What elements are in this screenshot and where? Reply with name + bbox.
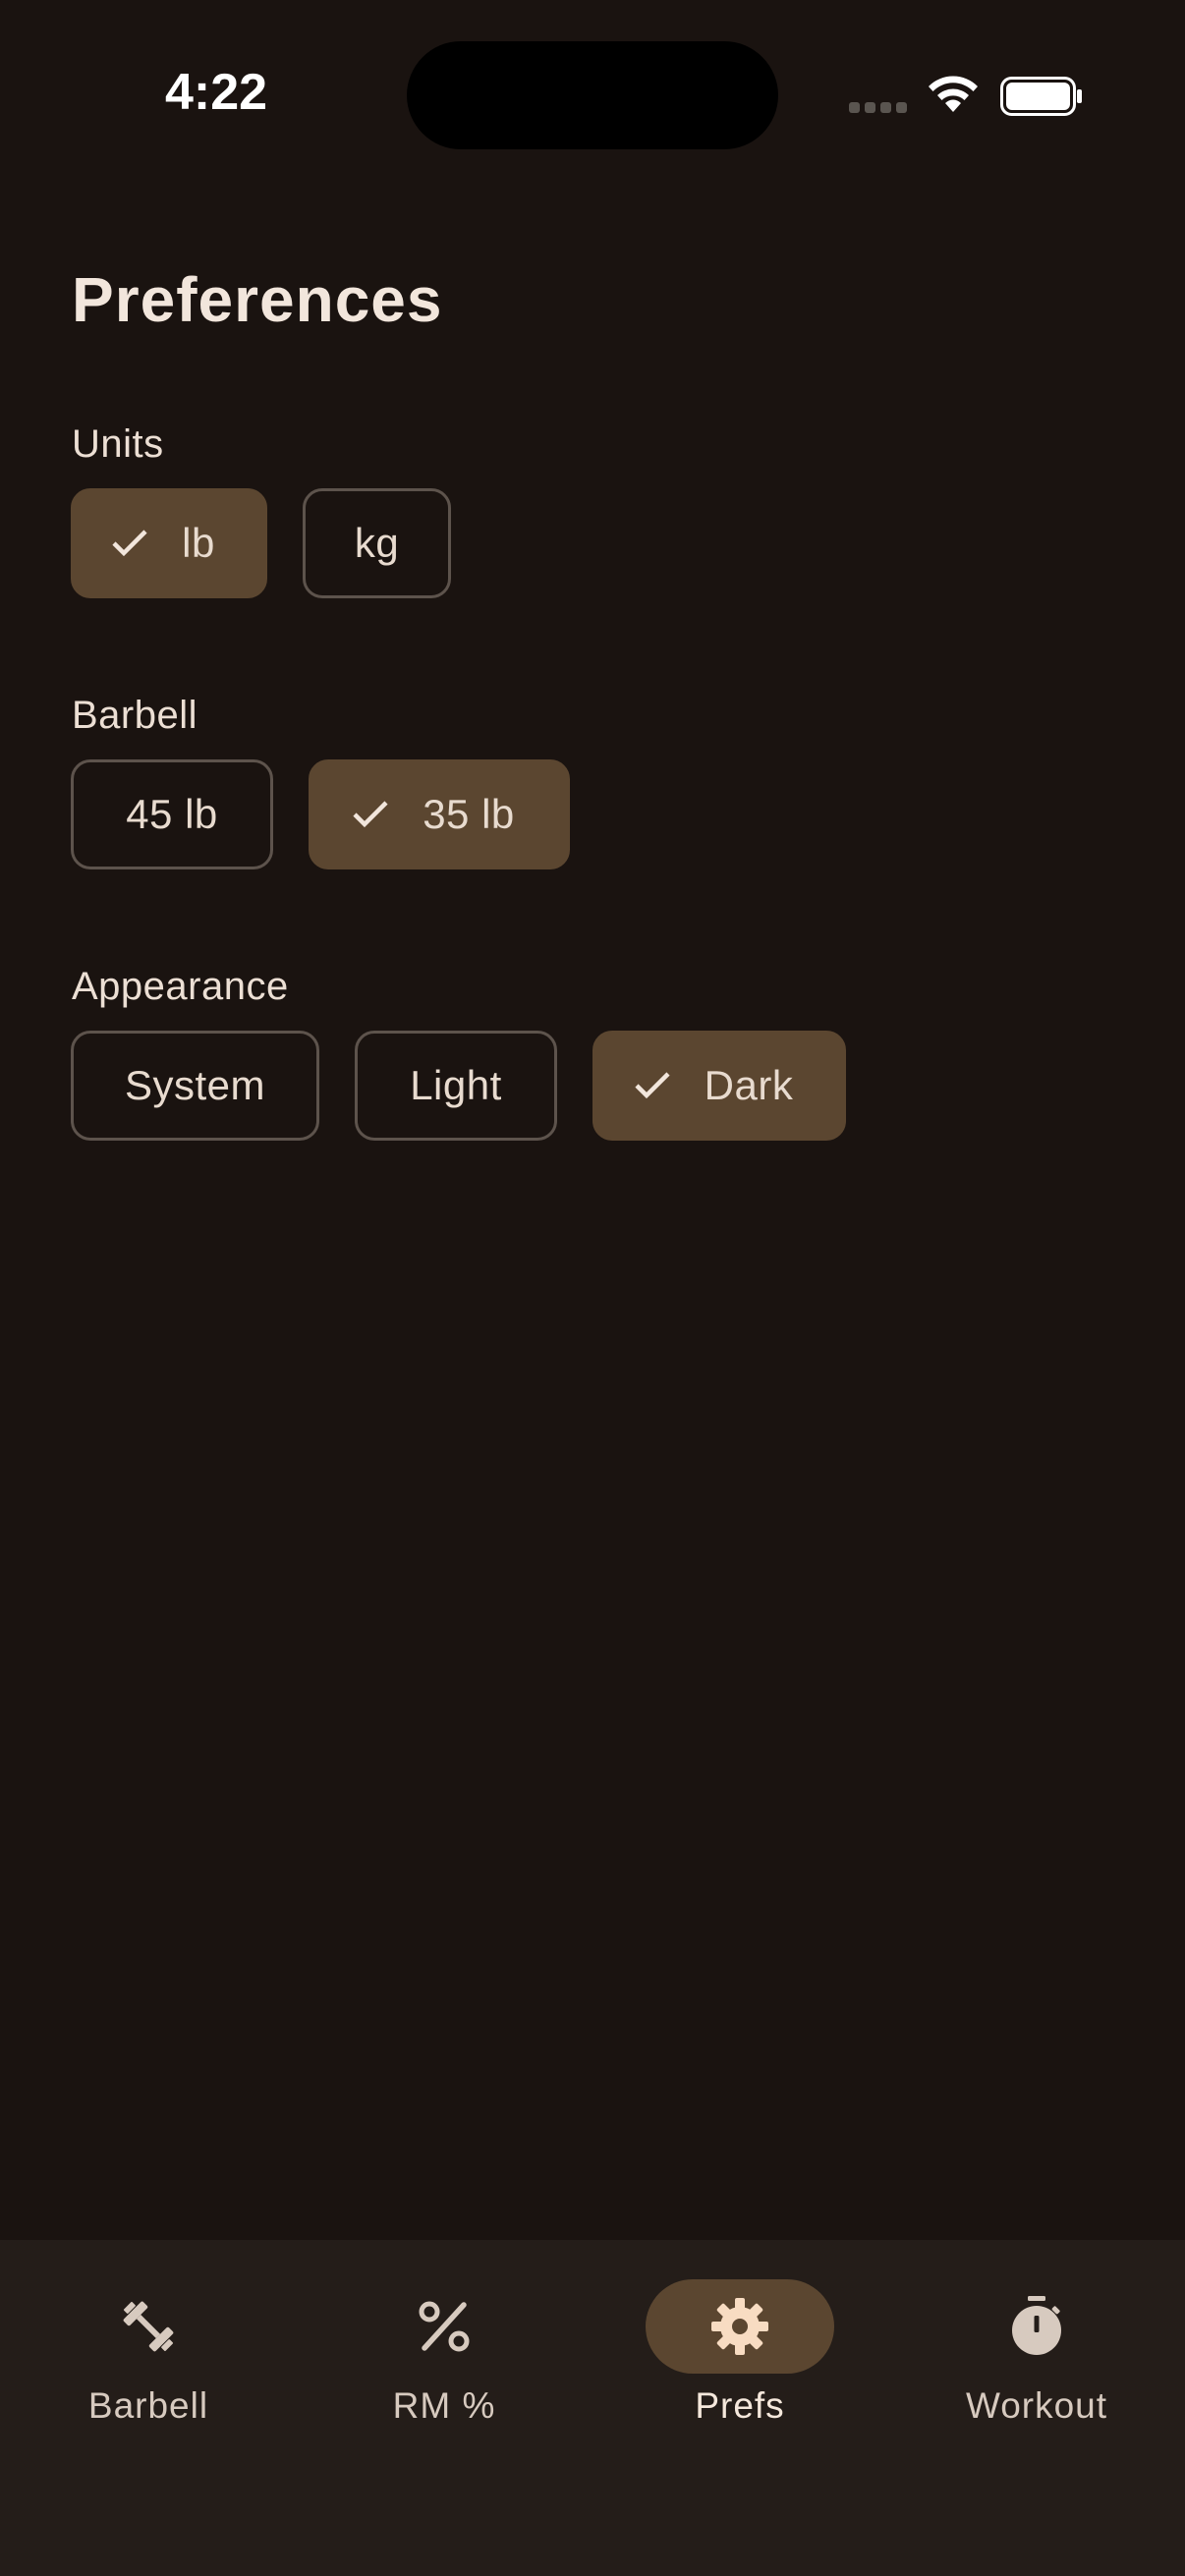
nav-item-workout[interactable]: Workout: [919, 2279, 1155, 2427]
appearance-option-system[interactable]: System: [71, 1031, 319, 1141]
units-option-label: lb: [182, 520, 215, 566]
barbell-option-label: 45 lb: [126, 791, 218, 837]
appearance-option-dark[interactable]: Dark: [592, 1031, 846, 1141]
nav-label: Prefs: [695, 2385, 785, 2426]
nav-label: Barbell: [87, 2385, 209, 2426]
dynamic-island: [407, 41, 778, 149]
nav-label: Workout: [965, 2385, 1108, 2426]
nav-item-prefs[interactable]: Prefs: [622, 2279, 858, 2427]
appearance-option-label: Light: [410, 1062, 502, 1108]
barbell-option-45lb[interactable]: 45 lb: [71, 759, 273, 869]
units-option-kg[interactable]: kg: [303, 488, 451, 598]
battery-icon: [1000, 77, 1082, 116]
nav-item-barbell[interactable]: Barbell: [30, 2279, 266, 2427]
status-time: 4:22: [165, 64, 268, 121]
barbell-options: 45 lb 35 lb: [71, 759, 570, 869]
dumbbell-icon: [123, 2301, 174, 2352]
page-title: Preferences: [72, 264, 443, 335]
check-icon: [634, 1071, 671, 1100]
check-icon: [352, 800, 389, 829]
cellular-signal-icon: [849, 102, 907, 113]
units-option-lb[interactable]: lb: [71, 488, 267, 598]
appearance-options: System Light Dark: [71, 1031, 846, 1141]
barbell-label: Barbell: [72, 694, 198, 737]
appearance-option-light[interactable]: Light: [355, 1031, 557, 1141]
nav-label: RM %: [392, 2385, 496, 2426]
units-option-label: kg: [354, 520, 400, 566]
gear-icon: [711, 2298, 768, 2355]
wifi-icon: [929, 76, 978, 112]
check-icon: [111, 529, 148, 558]
appearance-option-label: Dark: [704, 1062, 794, 1108]
barbell-option-label: 35 lb: [423, 791, 515, 837]
percent-icon: [419, 2301, 470, 2352]
units-label: Units: [72, 422, 164, 466]
barbell-option-35lb[interactable]: 35 lb: [309, 759, 570, 869]
stopwatch-icon: [1012, 2296, 1061, 2355]
units-options: lb kg: [71, 488, 451, 598]
bottom-navigation: Barbell RM % Prefs Workout: [0, 2240, 1185, 2576]
nav-item-rm-percent[interactable]: RM %: [326, 2279, 562, 2427]
appearance-option-label: System: [124, 1062, 266, 1108]
appearance-label: Appearance: [72, 965, 289, 1008]
